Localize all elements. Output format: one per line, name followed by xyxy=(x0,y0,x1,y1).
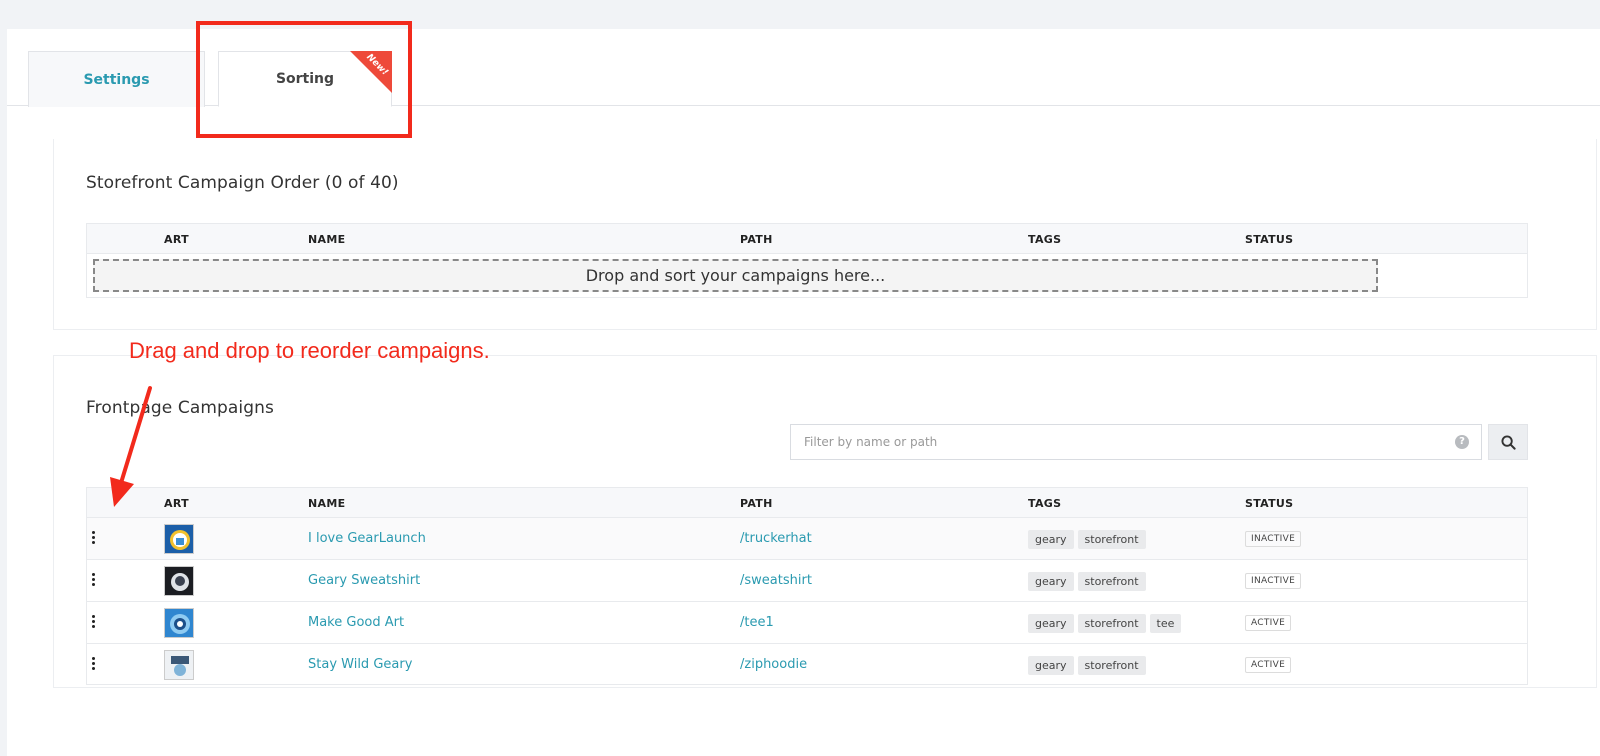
campaign-name-link[interactable]: Stay Wild Geary xyxy=(308,657,412,672)
campaign-path-link[interactable]: /truckerhat xyxy=(740,531,812,546)
frontpage-panel: Frontpage Campaigns ? ART NAME PATH TAGS… xyxy=(53,355,1597,688)
tag: storefront xyxy=(1077,656,1146,675)
campaign-name-link[interactable]: Make Good Art xyxy=(308,615,404,630)
tag: tee xyxy=(1149,614,1182,633)
campaign-name-link[interactable]: Geary Sweatshirt xyxy=(308,573,420,588)
col-tags: TAGS xyxy=(1028,233,1062,246)
tab-bar: Settings Sorting New! xyxy=(7,21,1600,138)
tag: storefront xyxy=(1077,530,1146,549)
search-icon xyxy=(1500,434,1516,450)
col-status: STATUS xyxy=(1245,233,1294,246)
campaign-dropzone[interactable]: Drop and sort your campaigns here... xyxy=(93,259,1378,292)
table-row[interactable]: Stay Wild Geary /ziphoodie geary storefr… xyxy=(87,644,1527,686)
help-icon[interactable]: ? xyxy=(1455,435,1469,449)
col-name: NAME xyxy=(308,233,346,246)
col-status: STATUS xyxy=(1245,497,1294,510)
drag-handle-icon[interactable] xyxy=(92,615,96,629)
storefront-table: ART NAME PATH TAGS STATUS Drop and sort … xyxy=(86,223,1528,298)
tag-list: geary storefront xyxy=(1028,572,1146,591)
storefront-panel: Storefront Campaign Order (0 of 40) ART … xyxy=(53,139,1597,330)
tab-settings[interactable]: Settings xyxy=(28,51,205,107)
frontpage-table: ART NAME PATH TAGS STATUS I love GearLau… xyxy=(86,487,1528,685)
table-row[interactable]: I love GearLaunch /truckerhat geary stor… xyxy=(87,518,1527,560)
col-name: NAME xyxy=(308,497,346,510)
storefront-table-header: ART NAME PATH TAGS STATUS xyxy=(87,224,1527,254)
table-row[interactable]: Geary Sweatshirt /sweatshirt geary store… xyxy=(87,560,1527,602)
search-input[interactable] xyxy=(791,425,1441,459)
tab-settings-label: Settings xyxy=(83,71,150,88)
drag-handle-icon[interactable] xyxy=(92,573,96,587)
page: Settings Sorting New! Storefront Campaig… xyxy=(7,21,1600,756)
drag-handle-icon[interactable] xyxy=(92,657,96,671)
drag-handle-icon[interactable] xyxy=(92,531,96,545)
status-badge: INACTIVE xyxy=(1245,573,1302,589)
annotation-arrow-icon xyxy=(110,386,152,507)
col-path: PATH xyxy=(740,233,773,246)
annotation-text: Drag and drop to reorder campaigns. xyxy=(129,338,490,363)
campaign-art-thumbnail xyxy=(164,650,194,680)
tag-list: geary storefront xyxy=(1028,656,1146,675)
tag: geary xyxy=(1028,530,1074,549)
tag-list: geary storefront xyxy=(1028,530,1146,549)
tag-list: geary storefront tee xyxy=(1028,614,1182,633)
status-badge: INACTIVE xyxy=(1245,531,1302,547)
search-button[interactable] xyxy=(1488,424,1528,460)
campaign-art-thumbnail xyxy=(164,524,194,554)
tag: geary xyxy=(1028,572,1074,591)
frontpage-rows: I love GearLaunch /truckerhat geary stor… xyxy=(87,518,1527,686)
campaign-path-link[interactable]: /sweatshirt xyxy=(740,573,812,588)
col-path: PATH xyxy=(740,497,773,510)
tag: geary xyxy=(1028,656,1074,675)
col-art: ART xyxy=(164,497,189,510)
tag: storefront xyxy=(1077,572,1146,591)
col-tags: TAGS xyxy=(1028,497,1062,510)
frontpage-table-header: ART NAME PATH TAGS STATUS xyxy=(87,488,1527,518)
table-row[interactable]: Make Good Art /tee1 geary storefront tee… xyxy=(87,602,1527,644)
search-field[interactable]: ? xyxy=(790,424,1482,460)
status-badge: ACTIVE xyxy=(1245,657,1292,673)
dropzone-label: Drop and sort your campaigns here... xyxy=(585,266,886,285)
campaign-name-link[interactable]: I love GearLaunch xyxy=(308,531,426,546)
col-art: ART xyxy=(164,233,189,246)
campaign-path-link[interactable]: /ziphoodie xyxy=(740,657,807,672)
campaign-art-thumbnail xyxy=(164,608,194,638)
tag: geary xyxy=(1028,614,1074,633)
status-badge: ACTIVE xyxy=(1245,615,1292,631)
tag: storefront xyxy=(1077,614,1146,633)
campaign-art-thumbnail xyxy=(164,566,194,596)
campaign-path-link[interactable]: /tee1 xyxy=(740,615,774,630)
highlight-box xyxy=(196,21,412,138)
storefront-title: Storefront Campaign Order (0 of 40) xyxy=(86,173,399,193)
